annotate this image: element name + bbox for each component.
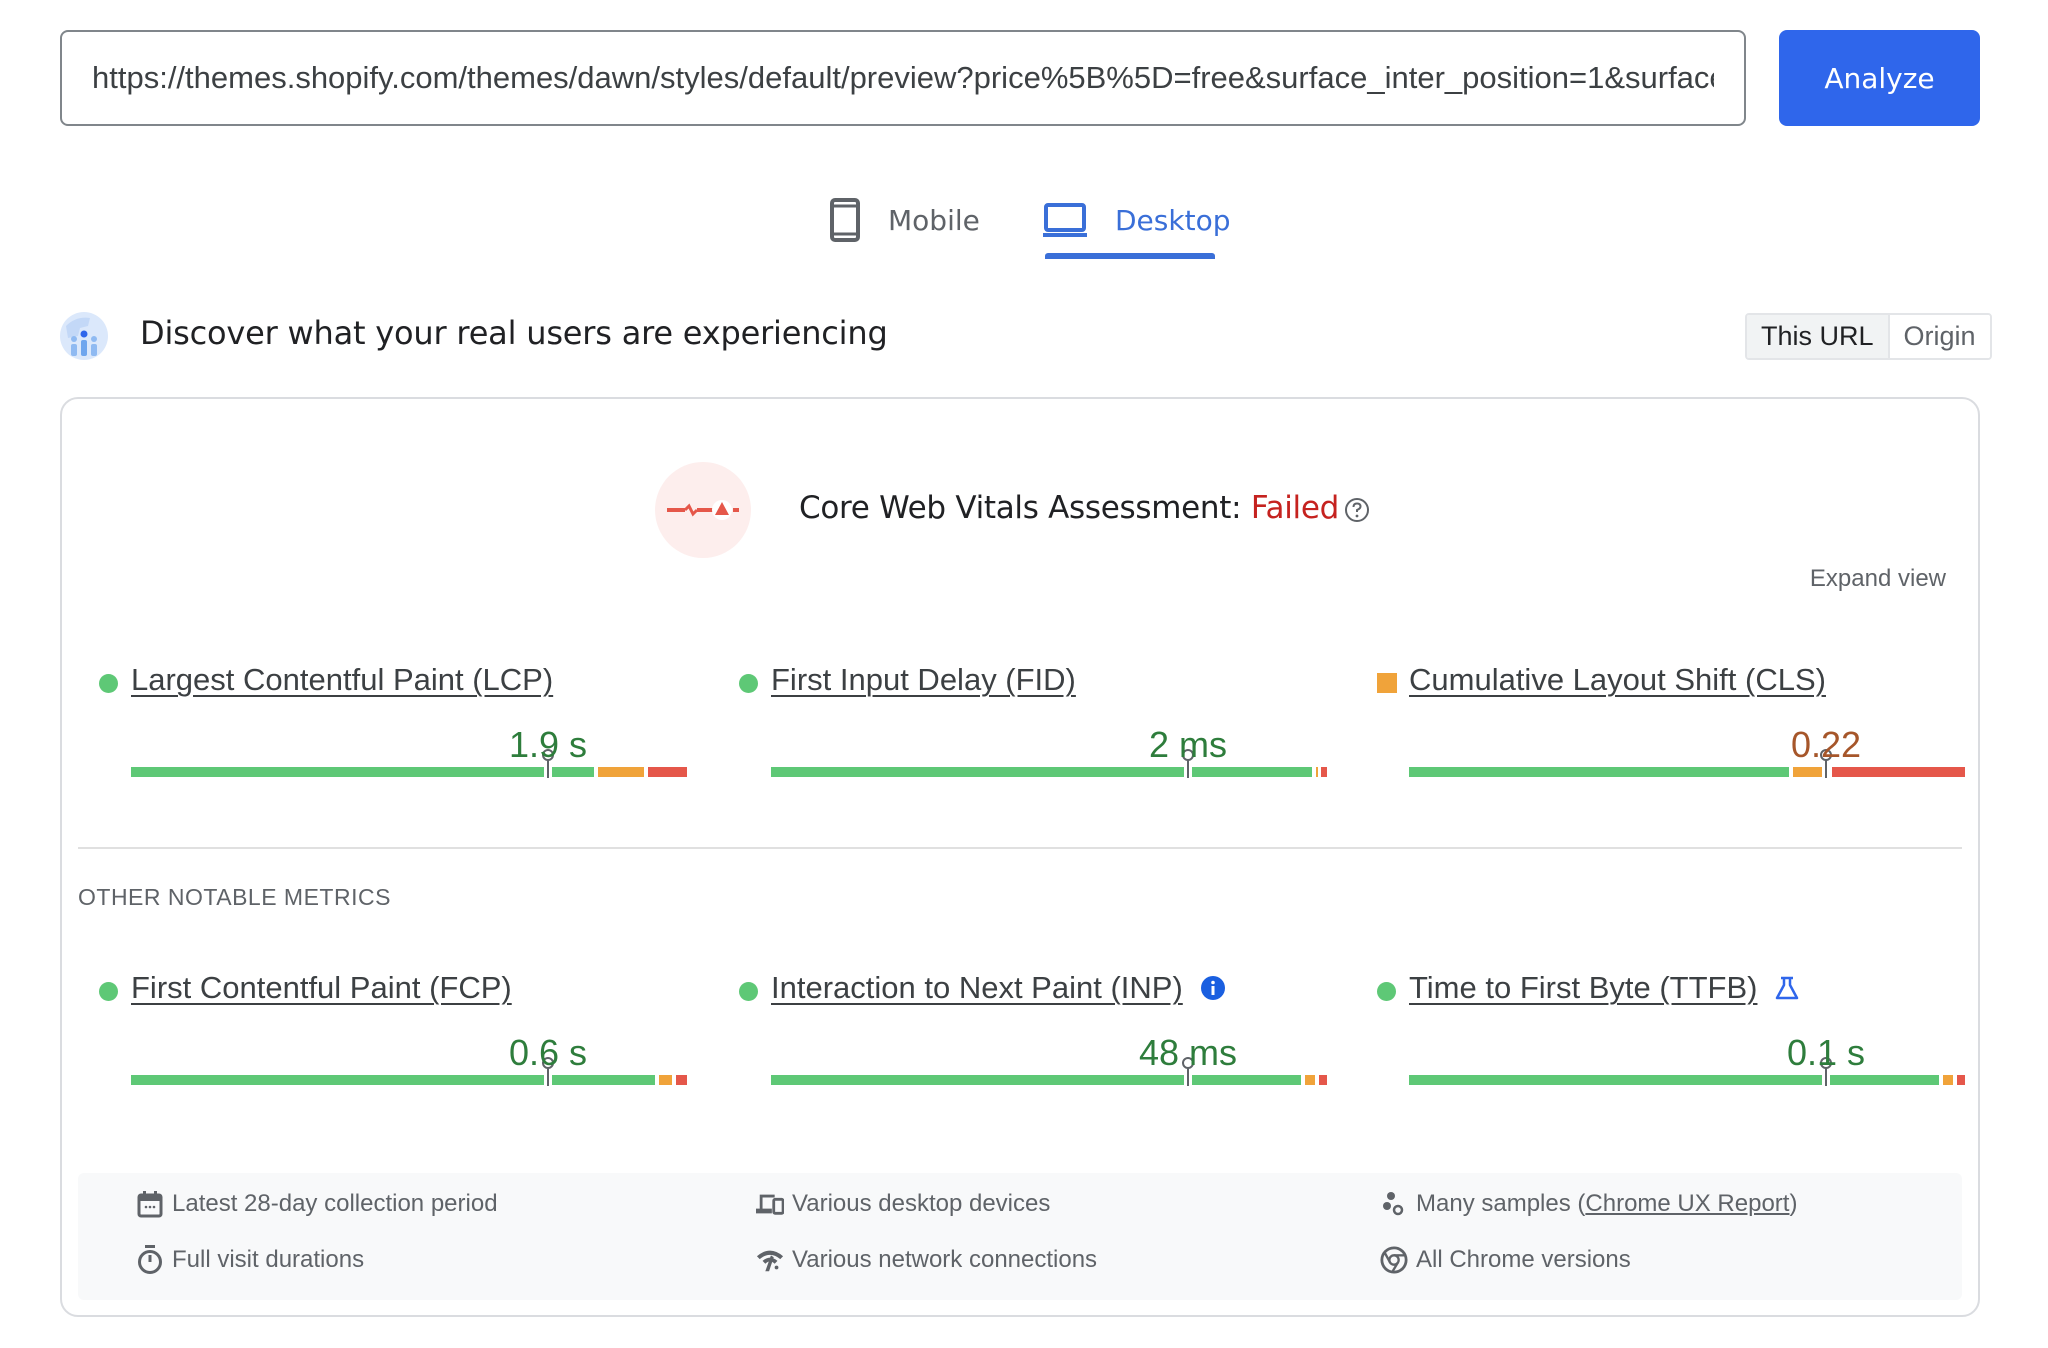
needs-improvement-indicator (1377, 673, 1397, 693)
info-icon[interactable] (1199, 974, 1227, 1002)
distribution-bar (131, 1075, 687, 1085)
metric-title-link[interactable]: Time to First Byte (TTFB) (1409, 970, 1757, 1006)
distribution-bar (1409, 1075, 1965, 1085)
metric-value: 48 ms (1138, 1032, 1238, 1073)
poor-segment (1321, 767, 1327, 777)
devices-icon (756, 1190, 784, 1218)
good-segment (131, 767, 595, 777)
metric-value: 0.22 (1790, 724, 1862, 765)
metric-value: 1.9 s (508, 724, 588, 765)
distribution-bar (771, 767, 1327, 777)
help-icon[interactable] (1344, 497, 1370, 523)
footer-collection-period: Latest 28-day collection period (136, 1190, 498, 1218)
timer-icon (136, 1245, 164, 1274)
good-segment (771, 767, 1312, 777)
metric-fid: First Input Delay (FID) 2 ms (739, 662, 1327, 802)
good-rating-indicator (99, 674, 118, 693)
cwv-assessment-label: Core Web Vitals Assessment: (799, 490, 1242, 526)
distribution-bar (1409, 767, 1965, 777)
footer-collection-period-text: Latest 28-day collection period (172, 1190, 498, 1217)
assessment-failed-icon (655, 462, 751, 558)
scope-toggle: This URL Origin (1745, 313, 1992, 360)
good-segment (1409, 767, 1789, 777)
metric-ttfb: Time to First Byte (TTFB) 0.1 s (1377, 970, 1965, 1110)
poor-segment (1318, 1075, 1327, 1085)
needs-improvement-segment (1942, 1075, 1953, 1085)
scope-origin-button[interactable]: Origin (1889, 315, 1990, 358)
needs-improvement-segment (1304, 1075, 1315, 1085)
footer-samples-suffix: ) (1789, 1190, 1798, 1217)
metric-cls: Cumulative Layout Shift (CLS) 0.22 (1377, 662, 1965, 802)
needs-improvement-segment (1315, 767, 1318, 777)
metric-title-link[interactable]: First Input Delay (FID) (771, 662, 1076, 698)
poor-segment (1956, 1075, 1965, 1085)
smartphone-icon (830, 198, 860, 242)
footer-samples-prefix: Many samples ( (1416, 1190, 1586, 1217)
lab-flask-icon (1773, 974, 1801, 1002)
chrome-ux-report-link[interactable]: Chrome UX Report (1585, 1190, 1789, 1217)
footer-network: Various network connections (756, 1246, 1097, 1274)
good-segment (131, 1075, 656, 1085)
good-rating-indicator (739, 674, 758, 693)
footer-samples: Many samples (Chrome UX Report) (1380, 1190, 1797, 1218)
footer-samples-text: Many samples (Chrome UX Report) (1416, 1190, 1797, 1218)
scope-this-url-button[interactable]: This URL (1747, 315, 1890, 358)
metric-lcp: Largest Contentful Paint (LCP) 1.9 s (99, 662, 687, 802)
metric-value: 2 ms (1148, 724, 1227, 765)
needs-improvement-segment (598, 767, 645, 777)
tab-mobile[interactable]: Mobile (830, 180, 980, 260)
good-segment (1409, 1075, 1939, 1085)
needs-improvement-segment (659, 1075, 672, 1085)
poor-segment (675, 1075, 687, 1085)
footer-devices-text: Various desktop devices (792, 1190, 1051, 1217)
metric-inp: Interaction to Next Paint (INP) 48 ms (739, 970, 1327, 1110)
section-divider (78, 847, 1962, 849)
device-tabs: Mobile Desktop (0, 180, 2048, 260)
chrome-icon (1380, 1246, 1408, 1274)
analyze-button[interactable]: Analyze (1779, 30, 1980, 126)
metric-value: 0.1 s (1786, 1032, 1866, 1073)
good-rating-indicator (99, 982, 118, 1001)
footer-chrome-versions: All Chrome versions (1380, 1246, 1631, 1274)
other-metrics-heading: OTHER NOTABLE METRICS (78, 884, 391, 910)
metric-title-link[interactable]: Largest Contentful Paint (LCP) (131, 662, 553, 698)
network-icon (756, 1246, 784, 1274)
cwv-assessment: Core Web Vitals Assessment: Failed (799, 490, 1339, 526)
footer-network-text: Various network connections (792, 1246, 1098, 1273)
distribution-bar (131, 767, 687, 777)
metric-title-link[interactable]: Interaction to Next Paint (INP) (771, 970, 1183, 1006)
metric-fcp: First Contentful Paint (FCP) 0.6 s (99, 970, 687, 1110)
metric-title-link[interactable]: Cumulative Layout Shift (CLS) (1409, 662, 1826, 698)
laptop-icon (1043, 202, 1087, 238)
cwv-assessment-status: Failed (1250, 490, 1339, 526)
distribution-bar (771, 1075, 1327, 1085)
samples-icon (1380, 1190, 1408, 1218)
active-tab-indicator (1045, 253, 1215, 259)
footer-visit-durations-text: Full visit durations (172, 1246, 365, 1273)
crux-users-icon (60, 312, 108, 360)
poor-segment (1831, 767, 1965, 777)
footer-devices: Various desktop devices (756, 1190, 1050, 1218)
tab-desktop[interactable]: Desktop (1043, 180, 1230, 260)
good-rating-indicator (1377, 982, 1396, 1001)
calendar-icon (136, 1190, 164, 1218)
tab-mobile-label: Mobile (888, 203, 980, 237)
tab-desktop-label: Desktop (1115, 203, 1231, 237)
expand-view-link[interactable]: Expand view (1810, 565, 1946, 593)
field-data-heading: Discover what your real users are experi… (140, 314, 888, 352)
good-segment (771, 1075, 1301, 1085)
poor-segment (648, 767, 687, 777)
metric-title-link[interactable]: First Contentful Paint (FCP) (131, 970, 512, 1006)
url-input[interactable] (60, 30, 1746, 126)
footer-chrome-versions-text: All Chrome versions (1416, 1246, 1631, 1273)
good-rating-indicator (739, 982, 758, 1001)
footer-visit-durations: Full visit durations (136, 1245, 365, 1274)
metric-value: 0.6 s (508, 1032, 588, 1073)
